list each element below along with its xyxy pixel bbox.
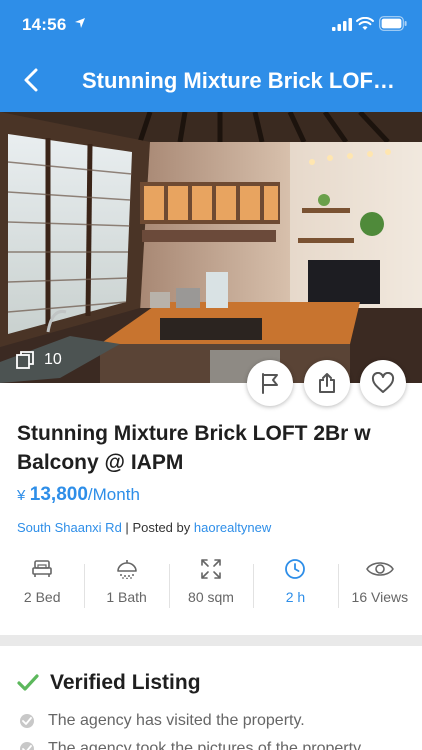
signal-icon xyxy=(332,18,352,31)
listing-photo[interactable]: 10 xyxy=(0,112,422,383)
location-link[interactable]: South Shaanxi Rd xyxy=(17,520,122,535)
location-arrow-icon xyxy=(75,18,85,28)
gallery-icon xyxy=(16,351,34,369)
verified-item-text: The agency took the pictures of the prop… xyxy=(48,740,365,750)
stat-bedrooms-label: 2 Bed xyxy=(23,589,61,605)
photo-count: 10 xyxy=(16,350,62,370)
meta-separator: | xyxy=(125,520,129,535)
nav-title: Stunning Mixture Brick LOFT 2Br w Balcon… xyxy=(82,68,402,93)
price-currency: ¥ xyxy=(17,487,26,504)
check-icon xyxy=(17,674,39,691)
check-circle-icon xyxy=(20,742,34,750)
listing-price: ¥ 13,800/Month xyxy=(17,484,140,506)
stat-area-label: 80 sqm xyxy=(188,589,234,605)
listing-title: Stunning Mixture Brick LOFT 2Br w Balcon… xyxy=(17,422,371,474)
verified-title: Verified Listing xyxy=(50,671,201,694)
favorite-button[interactable] xyxy=(360,360,406,406)
stat-bedrooms: 2 Bed xyxy=(0,556,84,616)
clock-icon xyxy=(285,559,306,579)
battery-icon xyxy=(379,16,407,31)
report-flag-button[interactable] xyxy=(247,360,293,406)
price-unit: /Month xyxy=(87,485,140,504)
agent-link[interactable]: haorealtynew xyxy=(194,520,271,535)
flag-icon xyxy=(262,373,278,394)
heart-icon xyxy=(371,372,395,393)
expand-icon xyxy=(201,559,221,579)
bed-icon xyxy=(32,560,53,577)
stat-views-label: 16 Views xyxy=(351,589,409,605)
stat-posted-time: 2 h xyxy=(253,556,337,616)
status-time: 14:56 xyxy=(22,15,67,34)
check-circle-icon xyxy=(20,714,34,728)
share-button[interactable] xyxy=(304,360,350,406)
price-amount: 13,800 xyxy=(29,484,88,505)
stat-bathrooms: 1 Bath xyxy=(84,556,168,616)
share-icon xyxy=(319,373,335,393)
kitchen-photo-image xyxy=(0,112,422,383)
verified-item-text: The agency has visited the property. xyxy=(48,712,305,729)
nav-bar: Stunning Mixture Brick LOFT 2Br w Balcon… xyxy=(0,50,422,112)
listing-stats: 2 Bed 1 Bath 80 sqm 2 h 16 Views xyxy=(0,556,422,616)
verified-listing-heading: Verified Listing xyxy=(17,671,201,695)
section-divider xyxy=(0,635,422,646)
eye-icon xyxy=(366,562,394,576)
verified-item: The agency took the pictures of the prop… xyxy=(20,740,364,750)
stat-posted-time-label: 2 h xyxy=(285,589,306,605)
posted-by-label: Posted by xyxy=(132,520,191,535)
listing-meta: South Shaanxi Rd | Posted by haorealtyne… xyxy=(17,520,271,535)
wifi-icon xyxy=(356,17,374,30)
stat-views: 16 Views xyxy=(337,556,422,616)
stat-bathrooms-label: 1 Bath xyxy=(106,589,147,605)
back-chevron-icon[interactable] xyxy=(20,67,44,93)
photo-count-label: 10 xyxy=(44,351,62,368)
shower-icon xyxy=(116,560,137,579)
status-bar: 14:56 xyxy=(0,0,422,50)
stat-area: 80 sqm xyxy=(168,556,253,616)
verified-item: The agency has visited the property. xyxy=(20,712,305,730)
